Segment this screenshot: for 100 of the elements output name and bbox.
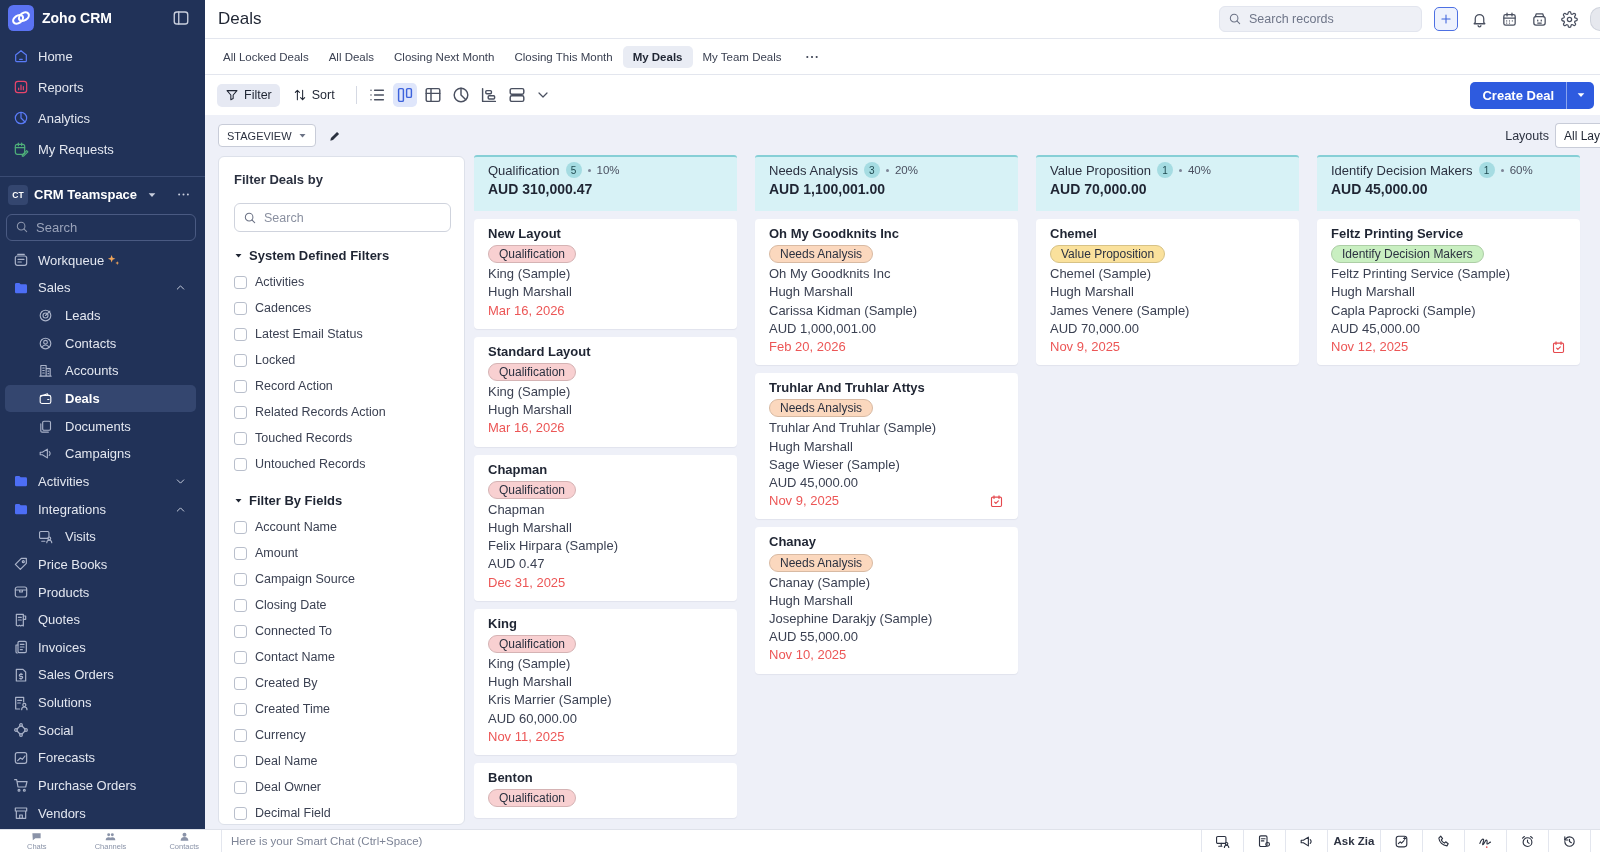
filter-option[interactable]: Cadences (234, 295, 451, 321)
nav-item[interactable]: Purchase Orders (5, 771, 196, 800)
nav-item[interactable]: Visits (5, 522, 196, 551)
sidebar-toggle-icon[interactable] (172, 9, 190, 27)
checkbox[interactable] (234, 457, 247, 471)
sort-button[interactable]: Sort (284, 83, 343, 107)
nav-item[interactable]: Solutions (5, 688, 196, 717)
ask-zia-button[interactable]: Ask Zia (1327, 830, 1380, 852)
checkbox[interactable] (234, 598, 247, 612)
nav-item[interactable]: Documents (5, 412, 196, 440)
filter-option[interactable]: Decimal Field (234, 800, 451, 824)
filter-option[interactable]: Campaign Source (234, 566, 451, 592)
layout-select[interactable]: All Lay (1554, 123, 1600, 148)
nav-item[interactable]: Reports (5, 71, 196, 103)
deal-card[interactable]: Chapman Qualification Chapman Hugh Marshall Felix Hirpara (Sample) AUD 0.47 Dec 31, 2025 (474, 454, 737, 601)
nav-item[interactable]: Sales Orders (5, 661, 196, 689)
filter-option[interactable]: Deal Name (234, 748, 451, 774)
checkbox[interactable] (234, 780, 247, 794)
chart-sparkle-icon[interactable] (1394, 833, 1409, 849)
nav-item[interactable]: Vendors (5, 799, 196, 827)
checkbox[interactable] (234, 301, 247, 315)
view-tab[interactable]: Closing This Month (504, 45, 623, 68)
nav-group[interactable]: Activities (5, 467, 196, 496)
checkbox[interactable] (234, 546, 247, 560)
nav-item[interactable]: Contacts (5, 329, 196, 358)
nav-item[interactable]: Workqueue (5, 246, 196, 275)
filter-option[interactable]: Untouched Records (234, 451, 451, 477)
kanban-view-icon[interactable] (392, 83, 417, 107)
nav-item[interactable]: Deals (5, 384, 196, 413)
filter-option[interactable]: Currency (234, 722, 451, 748)
nav-item[interactable]: Invoices (5, 633, 196, 662)
deal-card[interactable]: Standard Layout Qualification King (Sample) Hugh Marshall Mar 16, 2026 (474, 336, 737, 447)
view-tab[interactable]: Closing Next Month (384, 45, 505, 68)
document-gear-icon[interactable] (1257, 833, 1272, 849)
deal-card[interactable]: Chanay Needs Analysis Chanay (Sample) Hugh Marshall Josephine Darakjy (Sample) AUD 55,000.00 Nov 10, 2025 (755, 527, 1018, 674)
filter-option[interactable]: Connected To (234, 618, 451, 644)
calendar-check-icon[interactable] (1551, 339, 1566, 355)
deal-card[interactable]: Feltz Printing Service Identify Decision Makers Feltz Printing Service (Sample) Hugh Marshall Capla Paprocki (Sample) AUD 45,000.00 Nov 12, 2025 (1317, 219, 1580, 366)
create-options-button[interactable] (1566, 81, 1594, 109)
checkbox[interactable] (234, 754, 247, 768)
checkbox[interactable] (234, 405, 247, 419)
create-deal-button[interactable]: Create Deal (1470, 81, 1566, 109)
section-header[interactable]: System Defined Filters (234, 245, 451, 265)
calendar-check-icon[interactable] (989, 493, 1004, 509)
section-header[interactable]: Filter By Fields (234, 490, 451, 510)
filter-option[interactable]: Locked (234, 347, 451, 373)
filter-option[interactable]: Closing Date (234, 592, 451, 618)
filter-option[interactable]: Amount (234, 540, 451, 566)
nav-item[interactable]: Quotes (5, 605, 196, 634)
nav-item[interactable]: Analytics (5, 102, 196, 134)
nav-item[interactable]: Products (5, 578, 196, 606)
checkbox[interactable] (234, 702, 247, 716)
nav-item[interactable]: My Requests (5, 133, 196, 165)
nav-group[interactable]: Sales (5, 274, 196, 302)
view-tab[interactable]: My Team Deals (692, 45, 792, 68)
view-tab[interactable]: All Deals (318, 45, 385, 68)
robot-icon[interactable] (1531, 10, 1548, 28)
checkbox[interactable] (234, 650, 247, 664)
deal-card[interactable]: Truhlar And Truhlar Attys Needs Analysis Truhlar And Truhlar (Sample) Hugh Marshall Sage Wieser (Sample) AUD 45,000.00 Nov 9, 2025 (755, 373, 1018, 520)
filter-option[interactable]: Created Time (234, 696, 451, 722)
checkbox[interactable] (234, 379, 247, 393)
view-tab[interactable]: All Locked Deals (213, 45, 319, 68)
checkbox[interactable] (234, 728, 247, 742)
filter-option[interactable]: Contact Name (234, 644, 451, 670)
filter-option[interactable]: Related Records Action (234, 399, 451, 425)
nav-item[interactable]: Leads (5, 301, 196, 330)
checkbox[interactable] (234, 572, 247, 586)
monitor-user-icon[interactable] (1215, 833, 1230, 849)
checkbox[interactable] (234, 806, 247, 820)
checkbox[interactable] (234, 676, 247, 690)
deal-card[interactable]: Chemel Value Proposition Chemel (Sample) Hugh Marshall James Venere (Sample) AUD 70,000.00 Nov 9, 2025 (1036, 219, 1299, 366)
search-field[interactable]: Search (6, 213, 196, 241)
checkbox[interactable] (234, 624, 247, 638)
alarm-clock-icon[interactable] (1520, 833, 1535, 849)
filter-option[interactable]: Deal Owner (234, 774, 451, 800)
teamspace-name[interactable]: CRM Teamspace (34, 187, 138, 202)
nav-group[interactable]: Integrations (5, 495, 196, 523)
view-select[interactable]: STAGEVIEW (218, 124, 316, 147)
deal-card[interactable]: New Layout Qualification King (Sample) Hugh Marshall Mar 16, 2026 (474, 219, 737, 329)
filter-button[interactable]: Filter (217, 83, 280, 107)
add-button[interactable] (1434, 7, 1458, 31)
nav-item[interactable]: Price Books (5, 550, 196, 579)
checkbox[interactable] (234, 353, 247, 367)
filter-option[interactable]: Latest Email Status (234, 321, 451, 347)
checkbox[interactable] (234, 275, 247, 289)
nav-item[interactable]: Accounts (5, 357, 196, 385)
history-icon[interactable] (1562, 833, 1577, 849)
nav-item[interactable]: Forecasts (5, 744, 196, 772)
smart-chat-field[interactable]: Here is your Smart Chat (Ctrl+Space) (222, 830, 1201, 852)
nav-item[interactable]: Social (5, 716, 196, 745)
deal-card[interactable]: Oh My Goodknits Inc Needs Analysis Oh My Goodknits Inc Hugh Marshall Carissa Kidman (Sample) AUD 1,000,001.00 Feb 20, 2026 (755, 219, 1018, 366)
view-tab[interactable]: My Deals (622, 45, 693, 68)
calendar-icon[interactable] (1501, 10, 1518, 28)
checkbox[interactable] (234, 520, 247, 534)
filter-option[interactable]: Record Action (234, 373, 451, 399)
checkbox[interactable] (234, 431, 247, 445)
filter-option[interactable]: Account Name (234, 514, 451, 540)
nav-item[interactable]: Campaigns (5, 440, 196, 468)
settings-icon[interactable] (1561, 10, 1578, 28)
filter-option[interactable]: Activities (234, 269, 451, 295)
